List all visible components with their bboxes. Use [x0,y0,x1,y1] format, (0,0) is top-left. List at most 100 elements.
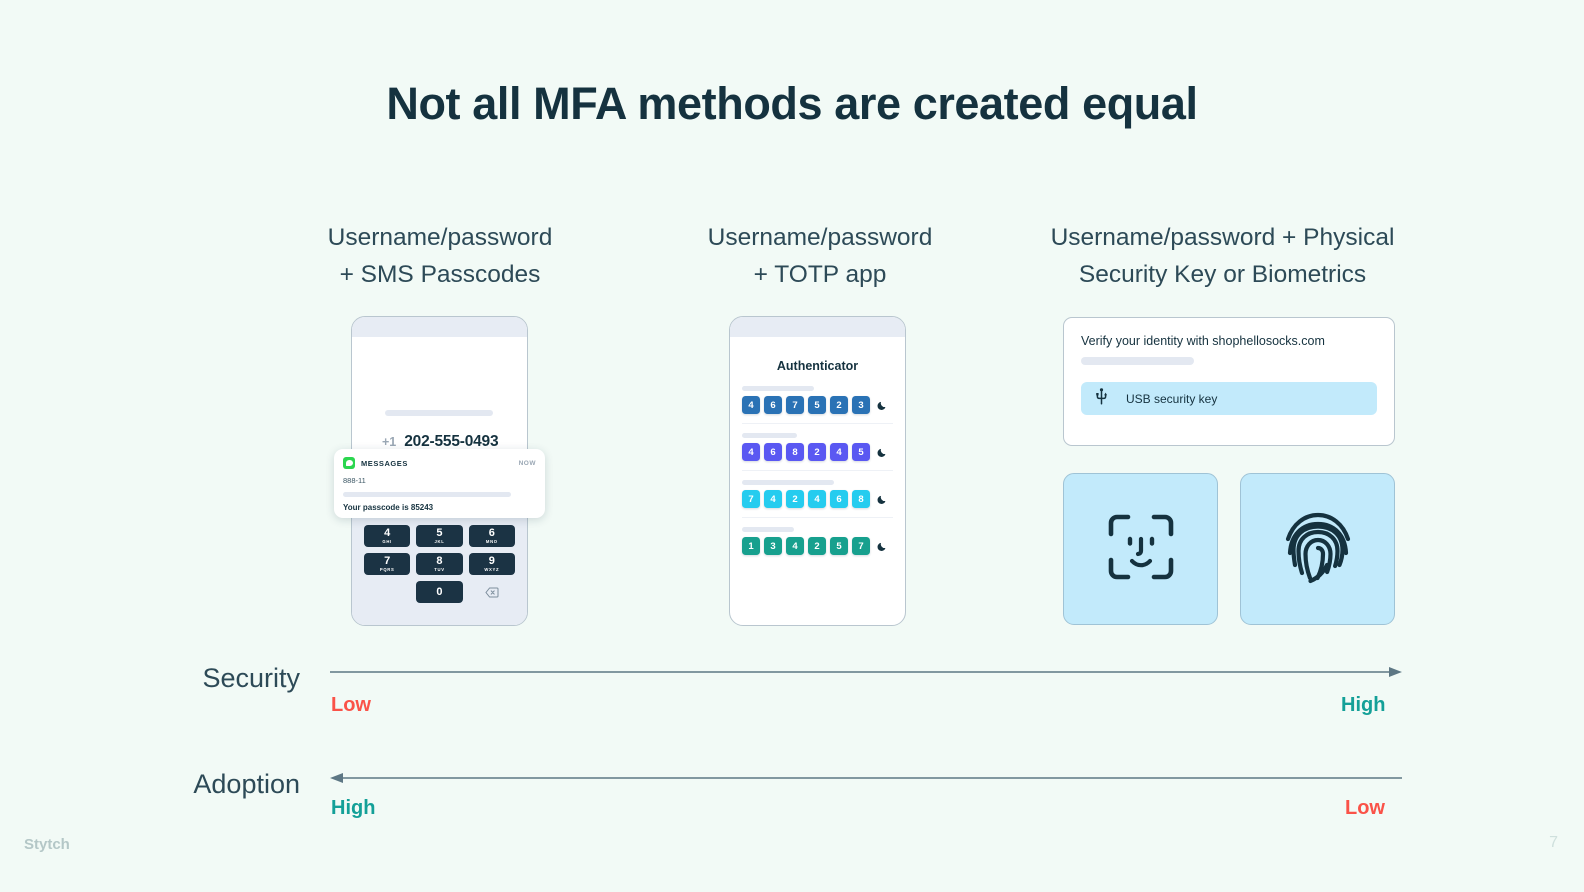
totp-entry[interactable]: 134257 [730,527,905,564]
key-number: 6 [488,526,495,539]
skeleton-placeholder [343,492,511,497]
face-id-tile[interactable] [1063,473,1218,625]
moon-icon [877,495,886,504]
key-letters: GHI [382,538,392,544]
list-divider [742,517,893,518]
notification-app-name: MESSAGES [361,458,408,468]
country-code-label: +1 [382,435,397,449]
totp-digit: 8 [852,490,870,508]
key-number: 7 [384,554,391,567]
axis-label-security: Security [202,663,300,693]
totp-digit: 5 [852,443,870,461]
totp-digit: 3 [764,537,782,555]
list-divider [742,470,893,471]
messages-app-icon [343,457,355,469]
totp-code: 467523 [742,396,893,423]
phone-status-bar [730,317,905,337]
totp-digit: 6 [764,443,782,461]
keypad-key-0[interactable]: 0 [416,581,463,603]
security-axis-low-label: Low [331,694,371,716]
notification-header: MESSAGES NOW [343,457,536,469]
fingerprint-tile[interactable] [1240,473,1395,625]
totp-entry[interactable]: 467523 [730,386,905,423]
keypad-key-7[interactable]: 7 PQRS [364,553,411,575]
phone-status-bar [352,317,527,337]
totp-digit: 4 [742,396,760,414]
page-number: 7 [1549,834,1558,851]
authenticator-app-title: Authenticator [776,359,859,373]
security-axis-arrow [330,667,1402,677]
key-letters: PQRS [379,566,395,572]
moon-icon [877,401,886,410]
notification-message: Your passcode is 85243 [343,503,434,512]
key-letters: JKL [434,538,445,544]
column-heading-security-key: Username/password + Physical Security Ke… [1030,219,1415,293]
keypad-row: 7 PQRS 8 TUV 9 WXYZ [364,553,515,575]
security-axis-high-label: High [1341,694,1386,716]
fingerprint-icon [1280,507,1356,592]
totp-digit: 2 [808,443,826,461]
totp-entry[interactable]: 742468 [730,480,905,517]
moon-icon [877,542,886,551]
skeleton-placeholder [742,480,834,485]
totp-code: 468245 [742,443,893,470]
totp-digit: 7 [852,537,870,555]
totp-digit: 4 [830,443,848,461]
key-letters: TUV [434,566,445,572]
page-title: Not all MFA methods are created equal [386,78,1198,129]
totp-digit: 5 [830,537,848,555]
column-heading-line1: Username/password [327,224,553,251]
authenticator-phone-mockup: Authenticator 467523468245742468134257 [729,316,906,626]
key-number: 4 [384,526,391,539]
totp-digit: 6 [830,490,848,508]
keypad-key-9[interactable]: 9 WXYZ [468,553,515,575]
totp-digit: 4 [808,490,826,508]
column-heading-line2: + SMS Passcodes [339,261,541,288]
column-heading-sms: Username/password + SMS Passcodes [300,219,580,293]
keypad-key-5[interactable]: 5 JKL [416,525,463,547]
keypad-key-8[interactable]: 8 TUV [416,553,463,575]
totp-digit: 7 [786,396,804,414]
usb-security-key-option[interactable]: USB security key [1081,382,1377,415]
key-letters: MNO [485,538,498,544]
column-heading-line2: + TOTP app [753,261,887,288]
notification-sender: 888-11 [343,476,366,485]
adoption-axis-low-label: Low [1345,797,1385,819]
totp-digit: 2 [830,396,848,414]
totp-digit: 4 [742,443,760,461]
totp-digit: 5 [808,396,826,414]
notification-timestamp: NOW [518,459,536,467]
sms-notification-card[interactable]: MESSAGES NOW 888-11 Your passcode is 852… [334,449,545,518]
keypad-key-6[interactable]: 6 MNO [468,525,515,547]
column-heading-line1: Username/password + Physical [1050,224,1395,251]
totp-digit: 3 [852,396,870,414]
skeleton-placeholder [385,410,493,416]
numeric-keypad[interactable]: 4 GHI 5 JKL 6 MNO 7 PQRS 8 TUV 9 WXYZ 0 [352,517,527,625]
adoption-axis-high-label: High [331,797,376,819]
skeleton-placeholder [742,433,797,438]
totp-digit: 7 [742,490,760,508]
webauthn-prompt-text: Verify your identity with shophellosocks… [1081,334,1325,348]
column-heading-line1: Username/password [707,224,933,251]
backspace-icon[interactable] [469,581,515,603]
totp-code: 134257 [742,537,893,564]
axis-label-adoption: Adoption [193,769,300,799]
keypad-row: 4 GHI 5 JKL 6 MNO [364,525,515,547]
totp-digit: 2 [786,490,804,508]
totp-digit: 2 [808,537,826,555]
webauthn-prompt-card: Verify your identity with shophellosocks… [1063,317,1395,446]
usb-icon [1095,387,1108,410]
totp-digit: 4 [786,537,804,555]
keypad-key-4[interactable]: 4 GHI [364,525,411,547]
totp-entry-list: 467523468245742468134257 [730,386,905,564]
face-id-icon [1105,511,1177,588]
column-heading-totp: Username/password + TOTP app [680,219,960,293]
skeleton-placeholder [742,527,794,532]
brand-logo: Stytch [24,836,70,853]
key-letters: WXYZ [484,566,500,572]
totp-entry[interactable]: 468245 [730,433,905,470]
moon-icon [877,448,886,457]
adoption-axis-arrow [330,773,1402,783]
keypad-spacer [364,581,410,603]
totp-code: 742468 [742,490,893,517]
